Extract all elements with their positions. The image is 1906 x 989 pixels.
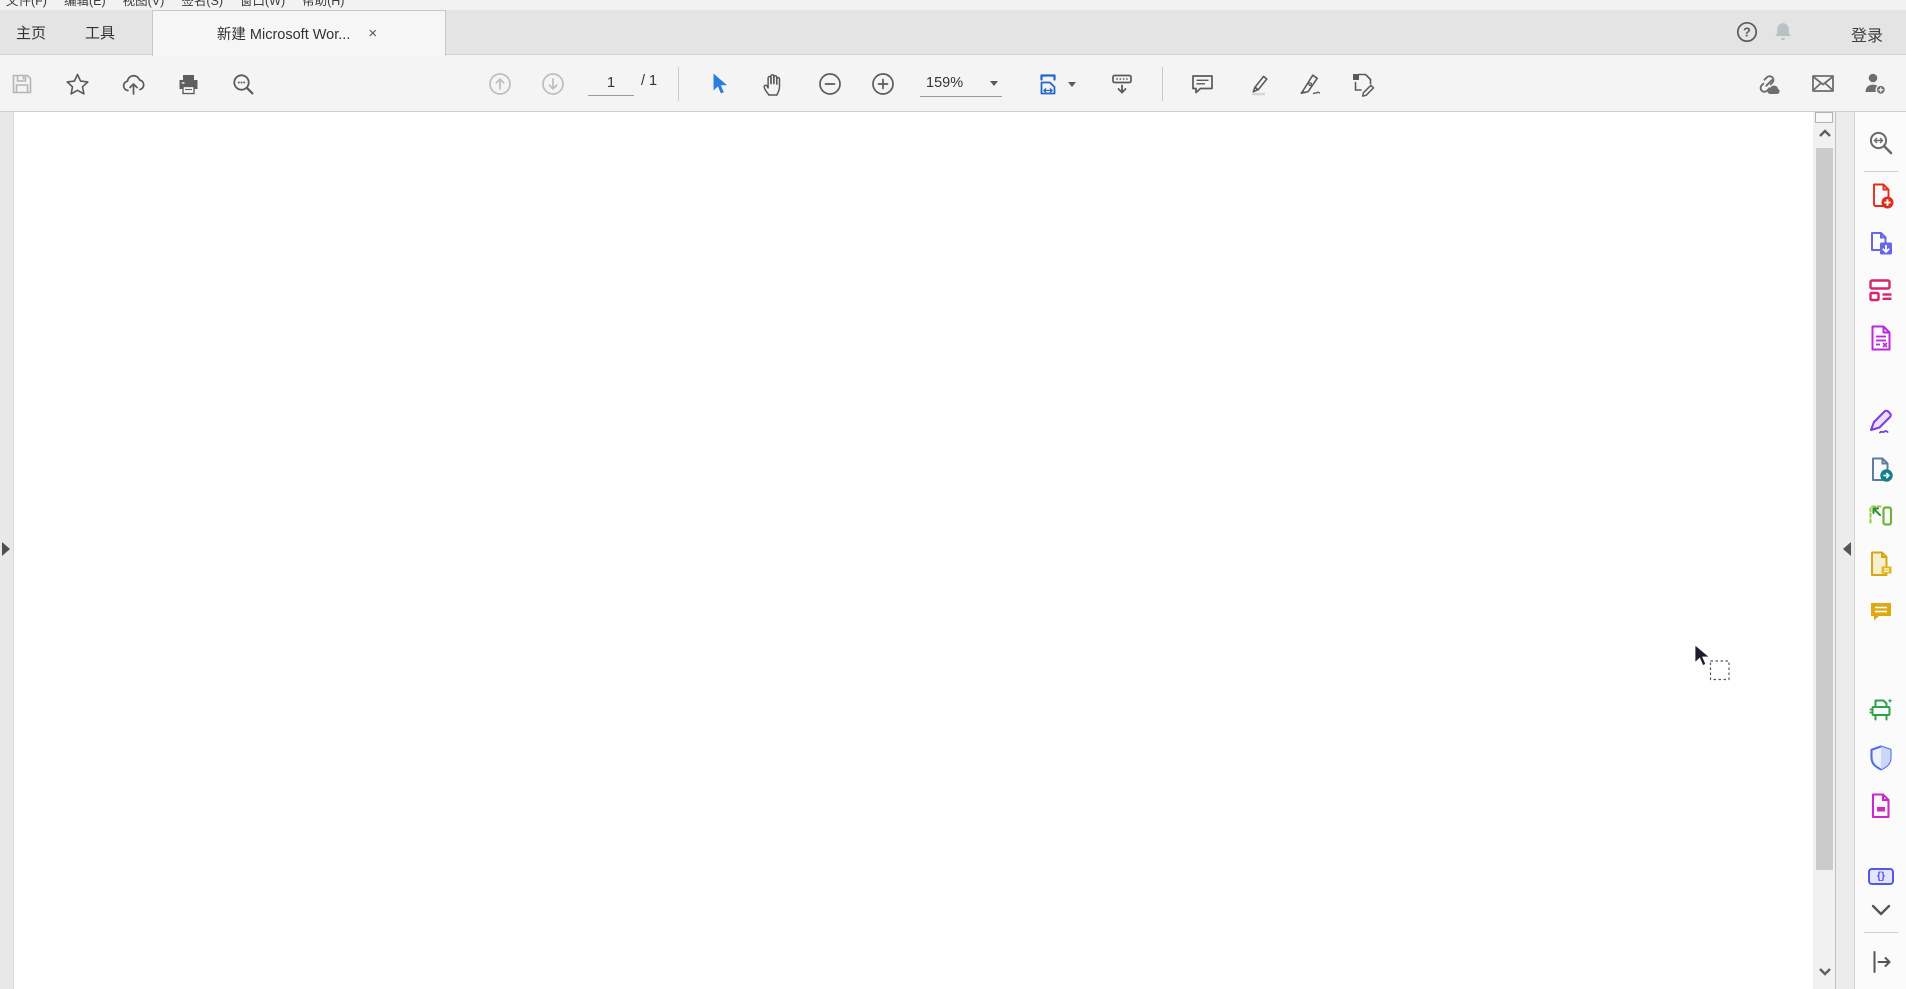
redact-icon[interactable] <box>1867 792 1895 820</box>
toolbar-separator <box>678 67 679 101</box>
vertical-scrollbar[interactable] <box>1813 112 1836 989</box>
highlight-icon[interactable] <box>1239 64 1275 104</box>
menu-edit[interactable]: 编辑(E) <box>64 0 106 9</box>
open-nav-pane-icon[interactable] <box>2 542 10 556</box>
menu-sign[interactable]: 签名(S) <box>181 0 223 9</box>
sidebar-divider <box>1864 171 1898 172</box>
document-tab-title: 新建 Microsoft Wor... <box>216 27 351 43</box>
sign-in-link[interactable]: 登录 <box>1851 22 1883 46</box>
tab-home[interactable]: 主页 <box>0 10 62 55</box>
sign-document-icon[interactable] <box>1345 64 1381 104</box>
protect-shield-icon[interactable] <box>1867 744 1895 772</box>
find-icon[interactable] <box>225 64 261 104</box>
menu-window[interactable]: 窗口(W) <box>240 0 285 9</box>
fit-width-icon[interactable] <box>1030 64 1066 104</box>
menu-bar: 文件(F) 编辑(E) 视图(V) 签名(S) 窗口(W) 帮助(H) <box>0 0 1906 10</box>
navigation-pane-strip <box>0 112 14 989</box>
scrolling-mode-icon[interactable] <box>1104 64 1140 104</box>
javascript-tool-icon[interactable]: {} <box>1867 862 1895 890</box>
file-comment-icon[interactable] <box>1867 550 1895 578</box>
cloud-upload-icon[interactable] <box>115 64 151 104</box>
print-icon[interactable] <box>170 64 206 104</box>
select-tool-icon[interactable] <box>700 64 736 104</box>
pdf-page[interactable] <box>14 112 1813 989</box>
comment-icon[interactable] <box>1184 64 1220 104</box>
tools-sidebar: {} <box>1854 112 1906 989</box>
comment-bubble-icon[interactable] <box>1867 597 1895 625</box>
email-icon[interactable] <box>1805 64 1841 104</box>
main-toolbar: / 1 159% <box>0 55 1906 112</box>
sidebar-divider <box>1864 932 1898 933</box>
collapse-tools-pane-icon[interactable] <box>1843 542 1851 556</box>
scan-ocr-icon[interactable] <box>1867 696 1895 724</box>
page-number-input[interactable] <box>588 70 634 96</box>
zoom-in-icon[interactable] <box>865 64 901 104</box>
acrobat-window: 文件(F) 编辑(E) 视图(V) 签名(S) 窗口(W) 帮助(H) 主页 工… <box>0 0 1906 989</box>
document-area: {} <box>0 112 1906 989</box>
save-icon[interactable] <box>4 64 40 104</box>
open-tools-pane-icon[interactable] <box>1867 948 1895 976</box>
tools-pane-strip <box>1836 112 1854 989</box>
scroll-down-icon[interactable] <box>1818 967 1832 977</box>
marquee-zoom-icon[interactable] <box>1867 129 1895 157</box>
star-favorite-icon[interactable] <box>59 64 95 104</box>
zoom-level-value: 159% <box>926 75 964 91</box>
notifications-bell-icon[interactable] <box>1771 20 1795 44</box>
edit-pdf-icon[interactable] <box>1867 276 1895 304</box>
document-tab[interactable]: 新建 Microsoft Wor... × <box>152 10 446 56</box>
scroll-up-icon[interactable] <box>1818 128 1832 138</box>
svg-text:?: ? <box>1743 25 1751 39</box>
zoom-out-icon[interactable] <box>812 64 848 104</box>
tab-bar: 主页 工具 新建 Microsoft Wor... × ? 登录 <box>0 10 1906 56</box>
close-tab-icon[interactable]: × <box>364 24 381 43</box>
zoom-level-dropdown[interactable]: 159% <box>920 70 1002 97</box>
tab-tools[interactable]: 工具 <box>68 10 132 55</box>
share-link-icon[interactable] <box>1750 64 1786 104</box>
scrollbar-thumb[interactable] <box>1816 148 1833 870</box>
compress-pages-icon[interactable] <box>1867 502 1895 530</box>
fill-sign-pen-icon[interactable] <box>1867 408 1895 436</box>
page-up-icon[interactable] <box>482 64 518 104</box>
menu-file[interactable]: 文件(F) <box>6 0 47 9</box>
help-icon[interactable]: ? <box>1736 21 1758 43</box>
page-number-field <box>588 70 634 96</box>
hand-tool-icon[interactable] <box>754 64 790 104</box>
chevron-down-icon <box>990 80 998 86</box>
prepare-form-icon[interactable] <box>1867 324 1895 352</box>
page-count-label: / 1 <box>641 73 658 89</box>
create-pdf-icon[interactable] <box>1867 182 1895 210</box>
export-pdf-icon[interactable] <box>1867 230 1895 258</box>
send-signature-icon[interactable] <box>1857 64 1893 104</box>
send-for-review-icon[interactable] <box>1867 456 1895 484</box>
more-tools-chevron-icon[interactable] <box>1867 902 1895 918</box>
fill-sign-icon[interactable] <box>1292 64 1328 104</box>
mouse-cursor <box>1694 644 1730 681</box>
menu-help[interactable]: 帮助(H) <box>302 0 344 9</box>
menu-view[interactable]: 视图(V) <box>123 0 165 9</box>
scrollbar-top-box <box>1815 112 1833 123</box>
page-down-icon[interactable] <box>535 64 571 104</box>
chevron-down-icon[interactable] <box>1068 82 1076 87</box>
toolbar-separator <box>1162 67 1163 101</box>
js-badge-glyph: {} <box>1876 869 1886 882</box>
